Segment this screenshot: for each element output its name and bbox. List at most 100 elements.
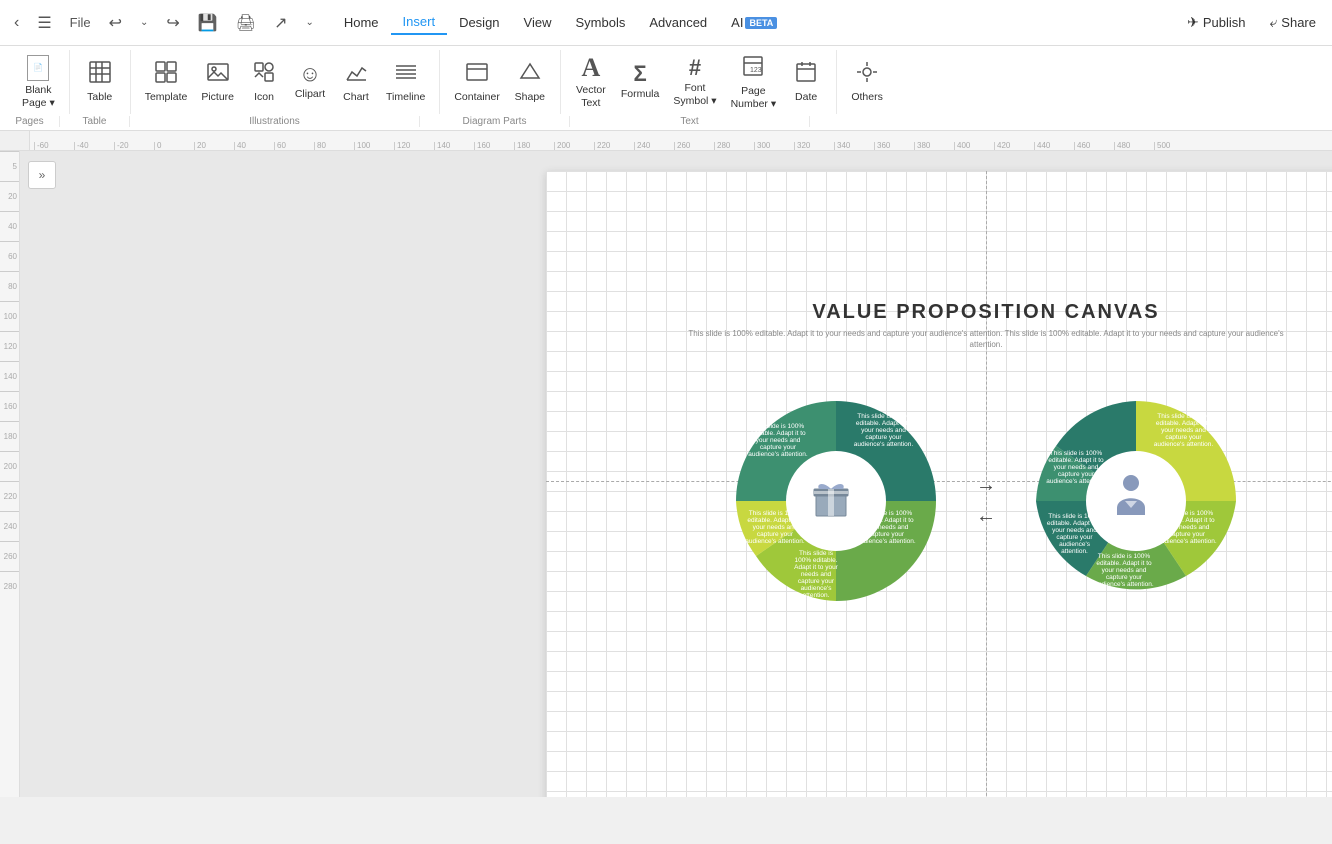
ruler-tick: 320 bbox=[794, 142, 834, 150]
ruler-tick: -60 bbox=[34, 142, 74, 150]
font-symbol-icon: # bbox=[689, 57, 701, 79]
right-circle-svg: This slide is 100% editable. Adapt it to… bbox=[1026, 391, 1246, 611]
ribbon-label-table: Table bbox=[60, 116, 130, 127]
clipart-button[interactable]: ☺ Clipart bbox=[288, 59, 332, 105]
ruler-h-inner: -60 -40 -20 0 20 40 60 80 100 120 140 16… bbox=[30, 131, 1194, 150]
ruler-tick: 160 bbox=[474, 142, 514, 150]
more-button[interactable]: ⌄ bbox=[299, 13, 319, 32]
page-number-button[interactable]: 123 PageNumber ▾ bbox=[725, 50, 783, 114]
table-button[interactable]: Table bbox=[78, 56, 122, 108]
canvas-wrapper: » VALUE PROPOSITION CANVAS This slide is… bbox=[20, 151, 1332, 797]
undo-button[interactable]: ↩ bbox=[103, 9, 128, 37]
formula-button[interactable]: Σ Formula bbox=[615, 59, 666, 105]
container-button[interactable]: Container bbox=[448, 56, 506, 108]
vector-text-button[interactable]: A VectorText bbox=[569, 51, 613, 113]
ruler-tick: 140 bbox=[434, 142, 474, 150]
vector-text-label: VectorText bbox=[576, 84, 606, 109]
ruler-tick: 460 bbox=[1074, 142, 1114, 150]
publish-label: Publish bbox=[1203, 15, 1246, 30]
undo-dropdown[interactable]: ⌄ bbox=[134, 13, 154, 32]
menu-symbols[interactable]: Symbols bbox=[563, 11, 637, 34]
slide-title-container: VALUE PROPOSITION CANVAS This slide is 1… bbox=[686, 301, 1286, 350]
menu-home[interactable]: Home bbox=[332, 11, 391, 34]
container-icon bbox=[465, 60, 489, 88]
share-label: Share bbox=[1281, 15, 1316, 30]
ruler-tick: 260 bbox=[674, 142, 714, 150]
ruler-tick: 240 bbox=[634, 142, 674, 150]
menu-insert[interactable]: Insert bbox=[391, 10, 448, 35]
ruler-tick: 100 bbox=[354, 142, 394, 150]
collapse-sidebar-button[interactable]: » bbox=[28, 161, 56, 189]
ruler-tick: 120 bbox=[394, 142, 434, 150]
template-button[interactable]: Template bbox=[139, 56, 194, 108]
ribbon-label-illustrations: Illustrations bbox=[130, 116, 420, 127]
ruler-tick: 480 bbox=[1114, 142, 1154, 150]
menu-ai[interactable]: AI BETA bbox=[719, 11, 789, 34]
top-bar: ‹ ☰ File ↩ ⌄ ↪ 💾 🖨 ↗ ⌄ Home Insert Desig… bbox=[0, 0, 1332, 46]
file-menu[interactable]: File bbox=[64, 11, 97, 34]
others-icon bbox=[855, 60, 879, 88]
ruler-corner bbox=[0, 131, 30, 150]
right-arrow: → bbox=[976, 474, 996, 497]
canvas-content[interactable]: VALUE PROPOSITION CANVAS This slide is 1… bbox=[546, 171, 1332, 797]
file-label: File bbox=[70, 15, 91, 30]
menu-button[interactable]: ☰ bbox=[31, 9, 57, 37]
ruler-horizontal: -60 -40 -20 0 20 40 60 80 100 120 140 16… bbox=[0, 131, 1332, 151]
arrows-container: → ← bbox=[946, 474, 1026, 528]
template-label: Template bbox=[145, 91, 188, 104]
ruler-tick: 360 bbox=[874, 142, 914, 150]
page-number-icon: 123 bbox=[741, 54, 765, 82]
others-button[interactable]: Others bbox=[845, 56, 889, 108]
timeline-button[interactable]: Timeline bbox=[380, 56, 431, 108]
font-symbol-button[interactable]: # FontSymbol ▾ bbox=[667, 53, 722, 111]
date-button[interactable]: Date bbox=[784, 56, 828, 108]
ruler-tick-v: 40 bbox=[0, 211, 19, 241]
blank-page-icon: 📄 bbox=[27, 55, 49, 81]
ruler-tick-v: 200 bbox=[0, 451, 19, 481]
ruler-tick-v: 260 bbox=[0, 541, 19, 571]
ai-badge: BETA bbox=[745, 17, 777, 29]
shape-button[interactable]: Shape bbox=[508, 56, 552, 108]
back-button[interactable]: ‹ bbox=[8, 10, 25, 36]
ruler-tick-v: 220 bbox=[0, 481, 19, 511]
menu-design[interactable]: Design bbox=[447, 11, 511, 34]
ruler-tick-v: 280 bbox=[0, 571, 19, 601]
redo-button[interactable]: ↪ bbox=[160, 9, 185, 37]
blank-page-label: BlankPage ▾ bbox=[22, 84, 55, 109]
value-proposition-diagram: This slide is 100% editable. Adapt it to… bbox=[726, 391, 1246, 611]
ruler-tick: 60 bbox=[274, 142, 314, 150]
picture-icon bbox=[206, 60, 230, 88]
menu-advanced[interactable]: Advanced bbox=[637, 11, 719, 34]
slide-main-title: VALUE PROPOSITION CANVAS bbox=[686, 301, 1286, 324]
ruler-tick: 220 bbox=[594, 142, 634, 150]
icon-button[interactable]: Icon bbox=[242, 56, 286, 108]
canvas-page: VALUE PROPOSITION CANVAS This slide is 1… bbox=[546, 171, 1332, 797]
menu-view[interactable]: View bbox=[512, 11, 564, 34]
ruler-tick-v: 5 bbox=[0, 151, 19, 181]
ruler-tick: 420 bbox=[994, 142, 1034, 150]
right-circle[interactable]: This slide is 100% editable. Adapt it to… bbox=[1026, 391, 1246, 611]
blank-page-button[interactable]: 📄 BlankPage ▾ bbox=[16, 51, 61, 113]
ruler-h-area: -60 -40 -20 0 20 40 60 80 100 120 140 16… bbox=[30, 131, 1332, 150]
date-label: Date bbox=[795, 91, 817, 104]
save-button[interactable]: 💾 bbox=[192, 9, 224, 37]
chart-button[interactable]: Chart bbox=[334, 56, 378, 108]
share-button[interactable]: ⤶ Share bbox=[1261, 10, 1324, 35]
ribbon-group-pages: 📄 BlankPage ▾ bbox=[8, 50, 70, 114]
container-label: Container bbox=[454, 91, 500, 104]
print-button[interactable]: 🖨 bbox=[230, 9, 262, 37]
ruler-tick-v: 80 bbox=[0, 271, 19, 301]
date-icon bbox=[794, 60, 818, 88]
ruler-v-inner: 5 20 40 60 80 100 120 140 160 180 200 22… bbox=[0, 151, 19, 601]
ruler-tick: 500 bbox=[1154, 142, 1194, 150]
picture-button[interactable]: Picture bbox=[195, 56, 240, 108]
publish-button[interactable]: ✈ Publish bbox=[1179, 10, 1253, 35]
clipart-label: Clipart bbox=[295, 88, 325, 101]
ribbon-label-diagram: Diagram Parts bbox=[420, 116, 570, 127]
ruler-tick: 400 bbox=[954, 142, 994, 150]
left-circle[interactable]: This slide is 100% editable. Adapt it to… bbox=[726, 391, 946, 611]
table-label: Table bbox=[87, 91, 112, 104]
page-number-label: PageNumber ▾ bbox=[731, 85, 777, 110]
export-button[interactable]: ↗ bbox=[268, 9, 293, 37]
shape-icon bbox=[518, 60, 542, 88]
